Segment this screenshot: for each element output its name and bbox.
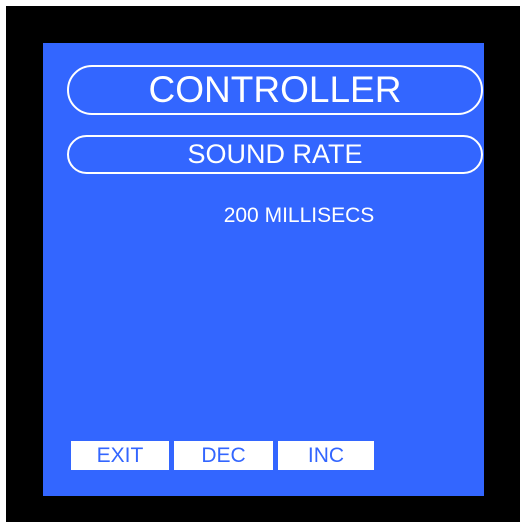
decrement-button[interactable]: DEC [174,441,273,470]
menu-heading-sound-rate: SOUND RATE [67,135,483,174]
exit-button[interactable]: EXIT [71,441,169,470]
controller-title: CONTROLLER [67,65,483,115]
sound-rate-value: 200 MILLISECS [223,204,375,227]
increment-button[interactable]: INC [278,441,374,470]
